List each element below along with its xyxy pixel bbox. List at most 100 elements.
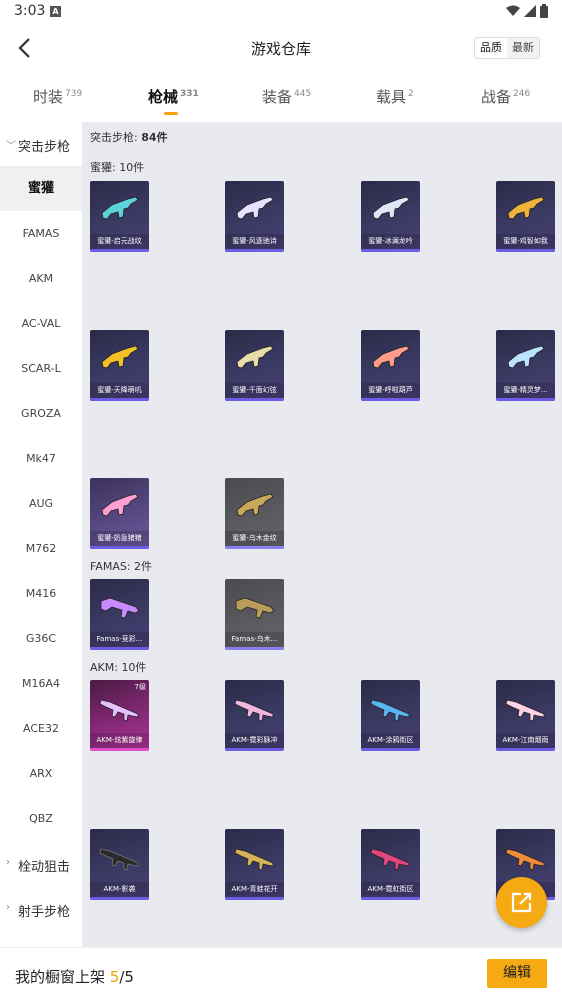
gun-shape bbox=[505, 848, 545, 871]
tab-vehicles[interactable]: 载具 2 bbox=[376, 86, 414, 107]
category-total: 突击步枪: 84件 bbox=[90, 129, 168, 145]
skin-name: AKM-影袭 bbox=[90, 882, 149, 897]
gun-shape bbox=[370, 848, 410, 871]
skin-name: AKM-霓彩脉冲 bbox=[225, 733, 284, 748]
skin-card[interactable]: 蜜獾-天降萌叽 bbox=[90, 330, 149, 401]
sidebar-item-scar-l[interactable]: SCAR-L bbox=[0, 346, 82, 391]
skin-card[interactable]: 蜜獾-启元战纹 bbox=[90, 181, 149, 252]
skin-card[interactable]: 蜜獾-呼啦葫芦 bbox=[361, 330, 420, 401]
sidebar-item-aug[interactable]: AUG bbox=[0, 481, 82, 526]
skin-name: 蜜獾-风逐驰诗 bbox=[225, 234, 284, 249]
sidebar-item-m416[interactable]: M416 bbox=[0, 571, 82, 616]
tab-firearms[interactable]: 枪械 331 bbox=[148, 86, 199, 115]
skin-card[interactable]: Famas-竞彩... bbox=[90, 579, 149, 650]
sidebar-item-groza[interactable]: GROZA bbox=[0, 391, 82, 436]
sidebar-group-assault-rifles[interactable]: ﹀ 突击步枪 bbox=[0, 124, 82, 164]
back-arrow-icon[interactable] bbox=[14, 36, 38, 60]
sidebar-item-honey-badger[interactable]: 蜜獾 bbox=[0, 166, 82, 211]
showcase-status: 我的橱窗上架 5/5 bbox=[15, 966, 134, 987]
tab-equipment[interactable]: 装备 445 bbox=[262, 86, 311, 107]
tab-label: 战备 bbox=[481, 88, 512, 106]
skin-card[interactable]: 蜜獾-奶急猪猪 bbox=[90, 478, 149, 549]
sidebar-item-mk47[interactable]: Mk47 bbox=[0, 436, 82, 481]
category-title: 突击步枪: bbox=[90, 131, 142, 144]
rifle-icon bbox=[101, 493, 139, 517]
sidebar-group-label: 栓动狙击 bbox=[18, 860, 71, 875]
section-title: 蜜獾: 10件 bbox=[90, 159, 144, 175]
share-button[interactable] bbox=[496, 877, 547, 928]
skin-card[interactable]: 蜜獾-鸡智如我 bbox=[496, 181, 555, 252]
app-header: 游戏仓库 品质 最新 bbox=[0, 28, 562, 70]
rifle-icon bbox=[505, 699, 545, 722]
sidebar-item-m16a4[interactable]: M16A4 bbox=[0, 661, 82, 706]
skin-card[interactable]: 7级 AKM-炫紫旋律 bbox=[90, 680, 149, 751]
skin-card[interactable]: Famas-乌木... bbox=[225, 579, 284, 650]
skin-card[interactable]: 蜜獾-冰澜龙吟 bbox=[361, 181, 420, 252]
skin-card[interactable]: AKM-霓彩脉冲 bbox=[225, 680, 284, 751]
rarity-bar bbox=[361, 398, 420, 401]
gun-shape bbox=[101, 493, 139, 517]
rarity-bar bbox=[361, 897, 420, 900]
edit-button[interactable]: 编辑 bbox=[487, 959, 547, 988]
tab-supplies[interactable]: 战备 246 bbox=[481, 86, 530, 107]
skin-card[interactable]: AKM-青蛙花开 bbox=[225, 829, 284, 900]
skin-name: AKM-涂鸦街区 bbox=[361, 733, 420, 748]
gun-shape bbox=[236, 493, 274, 517]
rarity-bar bbox=[90, 398, 149, 401]
weapon-sidebar: ﹀ 突击步枪 蜜獾 FAMAS AKM AC-VAL SCAR-L GROZA … bbox=[0, 122, 82, 947]
rifle-icon bbox=[236, 345, 274, 369]
skin-name: 蜜獾-乌木金纹 bbox=[225, 531, 284, 546]
gun-shape bbox=[235, 597, 275, 619]
sidebar-item-qbz[interactable]: QBZ bbox=[0, 796, 82, 841]
rifle-icon bbox=[234, 848, 274, 871]
sidebar-item-arx[interactable]: ARX bbox=[0, 751, 82, 796]
system-icons bbox=[506, 4, 548, 18]
sidebar-group-bolt-snipers[interactable]: › 栓动狙击 bbox=[0, 844, 82, 884]
skin-card[interactable]: 蜜獾-千面幻弦 bbox=[225, 330, 284, 401]
skin-card[interactable]: AKM-江南烟雨 bbox=[496, 680, 555, 751]
skin-card[interactable]: AKM-涂鸦街区 bbox=[361, 680, 420, 751]
sidebar-item-akm[interactable]: AKM bbox=[0, 256, 82, 301]
section-count: 10件 bbox=[119, 161, 145, 174]
skin-card[interactable]: 蜜獾-乌木金纹 bbox=[225, 478, 284, 549]
rifle-icon bbox=[372, 345, 410, 369]
showcase-total-count: /5 bbox=[119, 968, 134, 986]
rarity-bar bbox=[496, 398, 555, 401]
tab-count: 331 bbox=[180, 89, 199, 99]
rifle-icon bbox=[101, 345, 139, 369]
skin-name: Famas-竞彩... bbox=[90, 632, 149, 647]
skin-name: 蜜獾-精灵梦... bbox=[496, 383, 555, 398]
section-label: AKM: bbox=[90, 661, 122, 674]
tab-fashion[interactable]: 时装 739 bbox=[33, 86, 82, 107]
gun-shape bbox=[101, 196, 139, 220]
skin-name: 蜜獾-奶急猪猪 bbox=[90, 531, 149, 546]
skin-card[interactable]: AKM-霓虹街区 bbox=[361, 829, 420, 900]
chevron-right-icon: › bbox=[6, 902, 10, 913]
battery-icon bbox=[540, 4, 548, 18]
sidebar-item-ac-val[interactable]: AC-VAL bbox=[0, 301, 82, 346]
tab-count: 2 bbox=[408, 89, 414, 99]
gun-shape bbox=[372, 196, 410, 220]
skin-card[interactable]: 蜜獾-风逐驰诗 bbox=[225, 181, 284, 252]
warehouse-screen: 3:03 A 游戏仓库 品质 最新 时装 739 枪械 331 装备 445 载… bbox=[0, 0, 562, 999]
rifle-icon bbox=[99, 848, 139, 871]
sort-newest-button[interactable]: 最新 bbox=[507, 38, 539, 58]
rifle-icon bbox=[236, 196, 274, 220]
sidebar-item-g36c[interactable]: G36C bbox=[0, 616, 82, 661]
skin-card[interactable]: 蜜獾-精灵梦... bbox=[496, 330, 555, 401]
skin-card[interactable]: AKM-影袭 bbox=[90, 829, 149, 900]
status-bar: 3:03 A bbox=[0, 0, 562, 24]
tab-label: 载具 bbox=[376, 88, 407, 106]
skin-name: 蜜獾-天降萌叽 bbox=[90, 383, 149, 398]
rifle-icon bbox=[507, 345, 545, 369]
section-title: AKM: 10件 bbox=[90, 659, 146, 675]
sidebar-group-marksman-rifles[interactable]: › 射手步枪 bbox=[0, 889, 82, 929]
sidebar-item-famas[interactable]: FAMAS bbox=[0, 211, 82, 256]
sort-quality-button[interactable]: 品质 bbox=[475, 38, 507, 58]
rifle-icon bbox=[370, 848, 410, 871]
skin-name: AKM-霓虹街区 bbox=[361, 882, 420, 897]
sidebar-item-ace32[interactable]: ACE32 bbox=[0, 706, 82, 751]
sidebar-item-m762[interactable]: M762 bbox=[0, 526, 82, 571]
gun-shape bbox=[370, 699, 410, 722]
gun-shape bbox=[507, 196, 545, 220]
